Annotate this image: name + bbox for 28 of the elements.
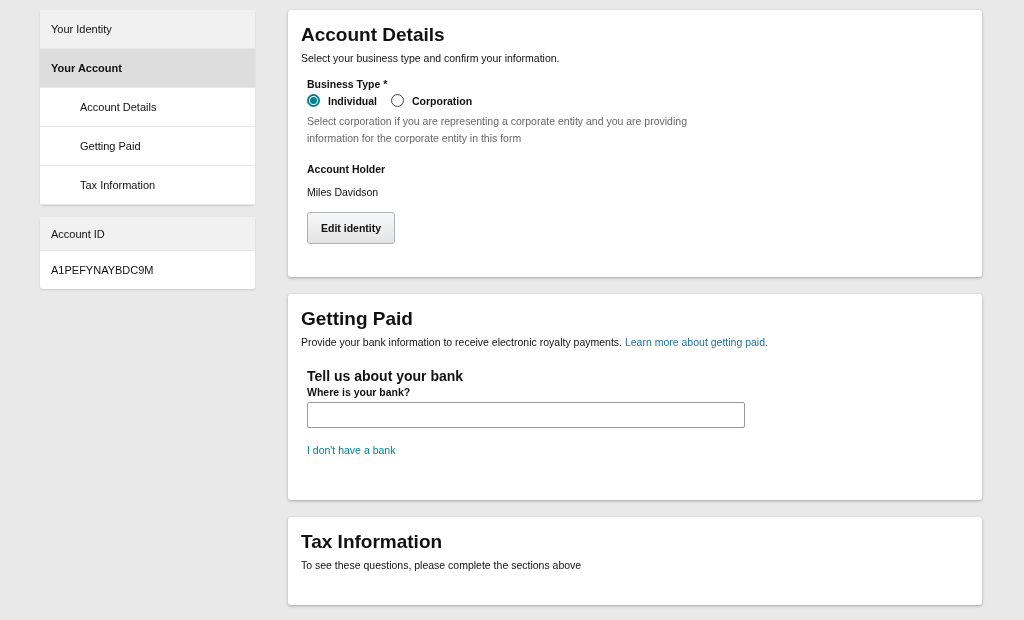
sidebar-item[interactable]: Your Identity (40, 10, 255, 49)
radio-label: Corporation (412, 94, 473, 107)
radio-label: Individual (328, 94, 377, 107)
radio-option[interactable]: Individual (307, 94, 377, 107)
learn-more-link[interactable]: Learn more about getting paid. (624, 336, 768, 348)
account-id-value: A1PEFYNAYBDC9M (50, 263, 155, 278)
card-title: Account Details (301, 24, 446, 46)
field-label: Business Type * (307, 78, 389, 90)
card-subtitle: Select your business type and confirm your information. (301, 52, 561, 64)
radio-button[interactable] (307, 94, 320, 107)
sidebar-subitem[interactable]: Tax Information (40, 166, 255, 205)
field-label: Account Holder (307, 163, 387, 175)
bank-location-field[interactable] (307, 402, 745, 428)
no-bank-link[interactable]: I don't have a bank (307, 444, 396, 456)
account-id-label: Account ID (40, 217, 255, 251)
account-holder-name: Miles Davidson (307, 186, 380, 198)
hint-text: Select corporation if you are representing a corporate entity and you are providing information for the corporate entity in this form (307, 114, 688, 146)
card-subtitle: Provide your bank information to receive electronic royalty payments. Learn more about getting paid. (301, 336, 769, 348)
sidebar-subitem[interactable]: Getting Paid (40, 127, 255, 166)
sidebar-subitem[interactable]: Account Details (40, 88, 255, 127)
card-subtitle: To see these questions, please complete the sections above (301, 559, 583, 571)
card-title: Tax Information (301, 531, 444, 553)
edit-identity-button[interactable]: Edit identity (307, 212, 396, 244)
section-heading: Tell us about your bank (307, 368, 465, 384)
field-label: Where is your bank? (307, 386, 412, 398)
sidebar-item[interactable]: Your Account (40, 49, 255, 88)
radio-option[interactable]: Corporation (391, 94, 473, 107)
card-title: Getting Paid (301, 308, 414, 330)
